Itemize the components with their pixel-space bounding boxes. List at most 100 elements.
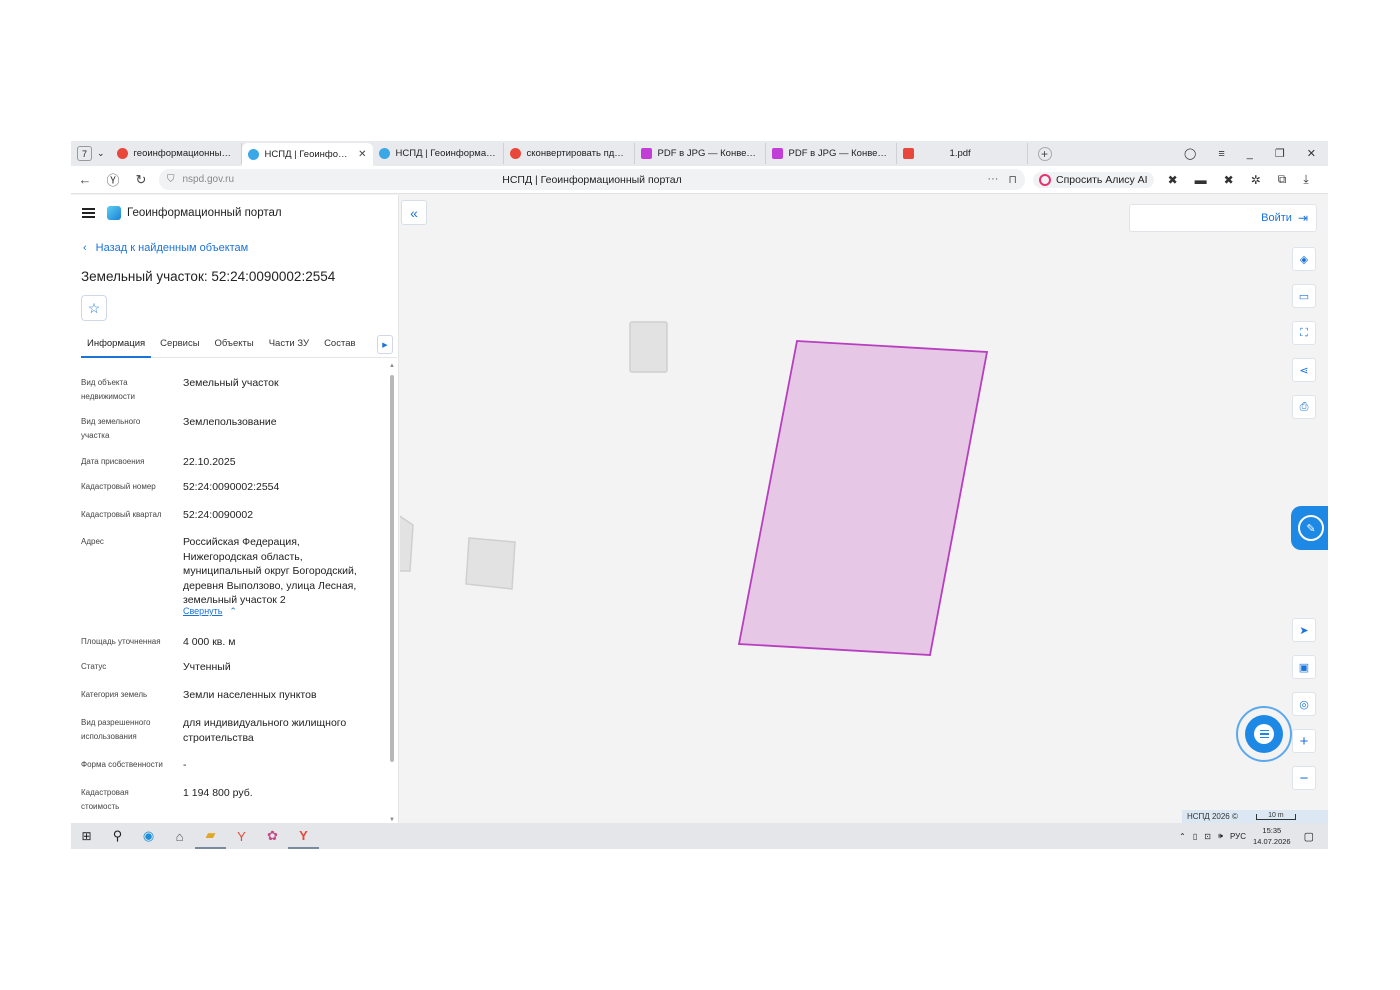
login-button[interactable]: Войти ⇥ — [1129, 204, 1317, 232]
ask-alice-button[interactable]: Спросить Алису AI — [1033, 171, 1154, 188]
measure-button[interactable]: ▭ — [1292, 284, 1316, 308]
print-button[interactable]: ⎙ — [1292, 395, 1316, 419]
chevron-up-icon[interactable]: ⌃ — [1179, 832, 1186, 841]
clock[interactable]: 15:35 14.07.2026 — [1253, 825, 1291, 847]
share-button[interactable]: ⋖ — [1292, 358, 1316, 382]
attr-key: Категория земель — [81, 690, 148, 699]
plus-icon: + — [1299, 732, 1309, 750]
clock-date: 14.07.2026 — [1253, 837, 1291, 846]
chevron-down-icon[interactable]: ⌄ — [97, 148, 105, 159]
browser-tab[interactable]: сконвертировать пдф в jp — [504, 143, 635, 164]
tab-counter[interactable]: 7 ⌄ — [71, 141, 111, 166]
scrollbar-thumb[interactable] — [390, 375, 394, 762]
reload-icon[interactable]: ↻ — [127, 172, 155, 188]
geolocation-button[interactable]: ◎ — [1292, 692, 1316, 716]
converter-favicon-icon — [640, 148, 652, 159]
menu-icon[interactable]: ≡ — [1218, 148, 1224, 160]
zoom-out-button[interactable]: − — [1292, 766, 1316, 790]
attr-value: 1 194 800 руб. — [183, 787, 253, 799]
print-icon: ⎙ — [1299, 400, 1309, 413]
feedback-widget[interactable]: ✎ — [1291, 506, 1328, 550]
restore-icon[interactable]: ❐ — [1275, 147, 1285, 160]
minimap-icon: ▣ — [1298, 661, 1310, 674]
close-icon[interactable]: ✕ — [358, 149, 366, 160]
browser-tab[interactable]: 1.pdf — [897, 143, 1028, 164]
notifications-icon[interactable]: ▢ — [1304, 830, 1314, 843]
search-icon[interactable]: ⚲ — [102, 823, 133, 849]
panel-scrollbar[interactable]: ▲ ▼ — [389, 363, 395, 823]
tab-composition[interactable]: Состав — [318, 335, 361, 358]
feedback-icon: ✎ — [1298, 515, 1324, 541]
attr-key: Форма собственности — [81, 760, 163, 769]
windows-start-icon[interactable]: ⊞ — [71, 823, 102, 849]
land-parcel-polygon[interactable] — [737, 340, 989, 656]
favorite-button[interactable]: ☆ — [81, 295, 107, 321]
collections-icon[interactable]: ⧉ — [1278, 172, 1287, 187]
window-controls: ◯ ≡ _ ❐ ✕ — [1184, 147, 1328, 161]
map-layer — [400, 321, 989, 656]
browser-tab[interactable]: НСПД | Геоинформацион — [373, 143, 504, 164]
photos-icon[interactable]: ⌂ — [164, 823, 195, 849]
zoom-in-button[interactable]: + — [1292, 729, 1316, 753]
paint-icon[interactable]: ✿ — [257, 823, 288, 849]
portal-title: Геоинформационный портал — [127, 207, 282, 219]
chevron-up-icon: ⌃ — [229, 606, 237, 616]
yandex-home-icon[interactable]: Ⓨ — [99, 170, 127, 189]
attr-key: Дата присвоения — [81, 457, 145, 466]
object-tabs: Информация Сервисы Объекты Части ЗУ Сост… — [81, 335, 397, 358]
layers-button[interactable]: ◈ — [1292, 247, 1316, 271]
attr-value: 52:24:0090002:2554 — [183, 481, 280, 493]
browser-tab[interactable]: геоинформационный пор — [111, 143, 242, 164]
attr-key: Адрес — [81, 537, 104, 546]
attr-value: для индивидуального жилищного строительс… — [183, 717, 347, 744]
volume-icon[interactable]: 🕪 — [1218, 831, 1223, 841]
more-icon[interactable]: ··· — [987, 173, 998, 186]
profile-icon[interactable]: ◯ — [1184, 147, 1196, 160]
tab-info[interactable]: Информация — [81, 335, 152, 358]
extension-icon[interactable]: ✖ — [1168, 173, 1178, 187]
file-explorer-icon[interactable]: ▰ — [195, 823, 226, 849]
map-attribution: НСПД 2026 © 10 m — [1182, 810, 1328, 823]
tabs-scroll-right-button[interactable]: ▶ — [377, 335, 393, 354]
yandex-browser-icon[interactable]: Y — [226, 823, 257, 849]
close-window-icon[interactable]: ✕ — [1307, 147, 1316, 160]
yandex-browser-active-icon[interactable]: Y — [288, 823, 319, 849]
attr-key: Вид земельного участка — [81, 417, 141, 440]
extension-icon[interactable]: ✖ — [1224, 173, 1234, 187]
edge-browser-icon[interactable]: ◉ — [133, 823, 164, 849]
scroll-up-icon[interactable]: ▲ — [389, 363, 395, 369]
chat-assistant-button[interactable] — [1236, 706, 1292, 762]
clock-time: 15:35 — [1262, 826, 1282, 835]
extension-icon[interactable]: ▬ — [1195, 173, 1207, 187]
login-icon: ⇥ — [1297, 211, 1308, 225]
browser-tab[interactable]: PDF в JPG — Конвертиру — [635, 143, 766, 164]
browser-tab[interactable]: PDF в JPG — Конвертиру — [766, 143, 897, 164]
battery-icon[interactable]: ▯ — [1193, 832, 1197, 841]
building-footprint — [465, 537, 516, 590]
collapse-panel-button[interactable]: « — [401, 200, 427, 225]
back-arrow-icon[interactable]: ← — [71, 172, 99, 187]
attr-value: 52:24:0090002 — [183, 509, 254, 521]
url-actions: ··· ⊓ — [987, 173, 1017, 186]
map-canvas[interactable]: « Войти ⇥ ◈ ▭ ⛶ ⋖ ⎙ ✎ ➤ ▣ ◎ + − НСПД 202… — [400, 195, 1328, 823]
url-field[interactable]: ⛉ nspd.gov.ru НСПД | Геоинформационный п… — [159, 169, 1025, 190]
tab-services[interactable]: Сервисы — [154, 335, 205, 358]
navigation-arrow-icon: ➤ — [1299, 624, 1309, 637]
collapse-address-link[interactable]: Свернуть — [183, 606, 222, 616]
tab-parts[interactable]: Части ЗУ — [263, 335, 315, 358]
bookmark-icon[interactable]: ⊓ — [1008, 173, 1017, 186]
locate-button[interactable]: ➤ — [1292, 618, 1316, 642]
tab-objects[interactable]: Объекты — [209, 335, 260, 358]
download-icon[interactable]: ⤓ — [1303, 172, 1308, 187]
new-tab-button[interactable]: + — [1037, 146, 1052, 161]
minimize-icon[interactable]: _ — [1247, 148, 1253, 160]
select-area-button[interactable]: ⛶ — [1292, 321, 1316, 345]
network-icon[interactable]: ⊡ — [1204, 832, 1211, 841]
minimap-button[interactable]: ▣ — [1292, 655, 1316, 679]
hamburger-menu-icon[interactable] — [82, 208, 95, 218]
back-to-results-link[interactable]: ‹ Назад к найденным объектам — [83, 242, 248, 254]
language-indicator[interactable]: РУС — [1230, 832, 1246, 841]
login-label: Войти — [1261, 212, 1292, 224]
browser-tab-active[interactable]: НСПД | Геоинформаци ✕ — [241, 143, 373, 166]
puzzle-icon[interactable]: ✲ — [1251, 173, 1261, 187]
